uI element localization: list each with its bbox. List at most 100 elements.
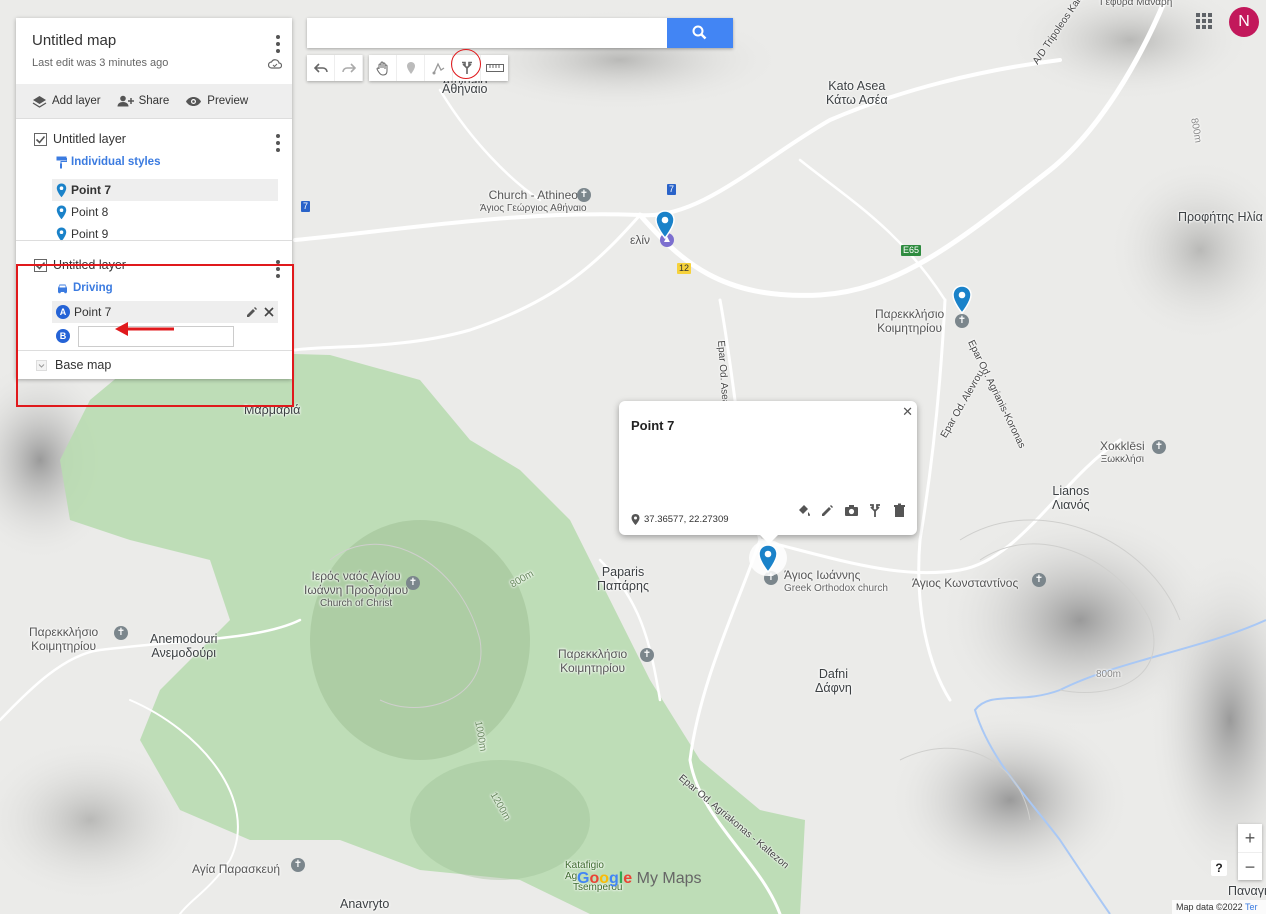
ruler-icon [485,64,504,72]
list-item[interactable]: Point 7 [52,179,278,201]
preview-button[interactable]: Preview [185,95,248,107]
poi-label: Church - Athineo Άγιος Γεώργιος Αθήναιο [480,188,587,214]
map-options-menu-icon[interactable] [276,35,280,53]
poi-label: Ιερός ναός Αγίου Ιωάννη Προδρόμου Church o… [304,569,409,609]
search-button[interactable] [667,18,733,48]
paint-roller-icon [56,156,67,168]
map-footer: Map data ©2022 Ter [1172,900,1266,914]
add-layer-button[interactable]: Add layer [32,95,101,108]
search-box [307,18,733,48]
church-icon[interactable]: ✝ [114,626,128,640]
church-icon[interactable]: ✝ [955,314,969,328]
directions-icon[interactable] [868,503,883,518]
info-window: Point 7 ✕ 37.36577, 22.27309 [619,401,917,544]
layer-1-checkbox[interactable] [34,132,47,146]
hill-shade [890,710,1130,890]
church-icon[interactable]: ✝ [1152,440,1166,454]
layer-1-name[interactable]: Untitled layer [53,132,126,146]
road-shield: 7 [301,201,311,212]
place-label: Lianos Λιανός [1052,484,1090,512]
undo-button[interactable] [307,55,335,81]
location-pin-icon [631,514,640,525]
close-icon[interactable]: ✕ [902,404,913,420]
marker-icon [56,183,67,197]
church-icon[interactable]: ✝ [640,648,654,662]
list-item[interactable]: Point 8 [52,201,278,223]
road-shield: 7 [667,184,677,195]
forest-hill [310,520,530,760]
list-item-label: Point 8 [71,205,109,219]
avatar[interactable]: N [1229,7,1259,37]
help-button[interactable]: ? [1211,860,1227,876]
info-window-tail [759,534,779,544]
zoom-control: + − [1238,824,1262,880]
delete-trash-icon[interactable] [892,503,907,518]
measure-button[interactable] [481,55,508,81]
layer-1-style-link[interactable]: Individual styles [16,153,292,171]
marker-icon [406,62,415,74]
map-title[interactable]: Untitled map [32,32,276,49]
poi-label: Χοκklēsi Ξωκκλήσι [1100,439,1145,465]
info-window-title: Point 7 [631,418,675,433]
highlight-circle [451,49,481,79]
camera-icon[interactable] [844,503,859,518]
search-input[interactable] [313,18,667,48]
poi-label: Άγιος Κωνσταντίνος [912,576,1019,590]
point-8-marker-icon[interactable] [654,210,676,240]
search-icon [692,25,707,40]
style-paint-icon[interactable] [796,503,811,518]
list-item-label: Point 9 [71,227,109,241]
google-my-maps-logo: Google My Maps [577,870,702,887]
layer-1-style-label: Individual styles [71,156,161,168]
coordinates-text: 37.36577, 22.27309 [644,514,729,525]
poi-label: Παρεκκλήσιο Κοιμητηρίου [558,647,628,675]
poi-label: Άγιος Ιωάννης Greek Orthodox church [784,568,888,594]
layer-1-options-icon[interactable] [276,134,280,152]
zoom-out-button[interactable]: − [1238,852,1262,881]
layer-1: Untitled layer Individual styles Point 7… [16,118,292,241]
church-icon[interactable]: ✝ [406,576,420,590]
place-label: Paparis Παπάρης [597,565,650,593]
place-label: Anemodouri Ανεμοδούρι [150,632,218,660]
layers-icon [32,95,47,108]
place-label: Kato Asea Κάτω Ασέα [826,79,888,107]
draw-line-icon [432,62,444,75]
terms-link[interactable]: Ter [1245,902,1258,912]
select-hand-button[interactable] [369,55,397,81]
point-7-marker-icon[interactable] [757,544,779,574]
redo-button[interactable] [335,55,363,81]
marker-icon [56,205,67,219]
draw-line-button[interactable] [425,55,453,81]
add-directions-button[interactable] [451,49,481,81]
add-marker-button[interactable] [397,55,425,81]
map-data-attribution: Map data ©2022 [1176,902,1243,912]
place-label: Dafni Δάφνη [815,667,852,695]
redo-icon [341,63,356,73]
list-item-label: Point 7 [71,183,112,197]
church-icon[interactable]: ✝ [291,858,305,872]
hand-icon [375,61,387,76]
last-edit-status: Last edit was 3 minutes ago [32,57,169,69]
poi-label: Παρεκκλήσιο Κοιμητηρίου [29,625,99,653]
road-shield: E65 [901,245,922,256]
apps-grid-icon[interactable] [1196,13,1212,29]
place-label: Προφήτης Ηλία [1178,210,1263,224]
cloud-saved-icon [268,59,282,69]
share-button[interactable]: Share [117,95,170,107]
poi-label: Γέφυρα Μαναρή [1100,0,1173,8]
map-toolbar [307,49,514,81]
zoom-in-button[interactable]: + [1238,824,1262,852]
eye-icon [186,96,202,106]
share-label: Share [138,95,170,107]
edit-pencil-icon[interactable] [820,503,835,518]
church-icon[interactable]: ✝ [577,188,591,202]
point-9-marker-icon[interactable] [951,285,973,315]
annotation-arrow-icon [115,322,174,336]
my-maps-wordmark: My Maps [636,870,702,887]
road-shield: 12 [677,263,692,274]
elevation-label: 800m [1096,669,1122,680]
add-person-icon [117,95,134,107]
poi-label: Αγία Παρασκευή [192,862,281,876]
church-icon[interactable]: ✝ [1032,573,1046,587]
preview-label: Preview [207,95,249,107]
